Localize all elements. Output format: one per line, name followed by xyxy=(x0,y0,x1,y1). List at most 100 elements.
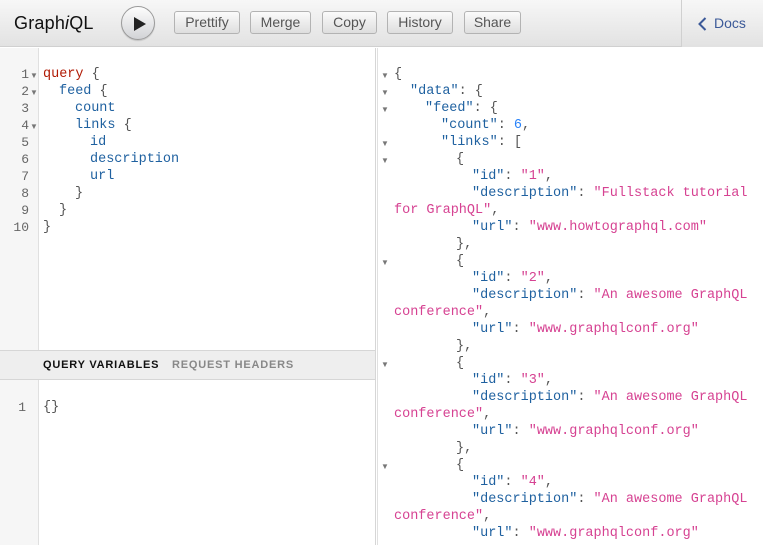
fold-toggle-icon[interactable]: ▼ xyxy=(381,135,389,152)
punctuation: { xyxy=(115,118,132,133)
json-key: "url" xyxy=(472,526,513,541)
graphiql-logo: GraphiQL xyxy=(14,13,94,34)
result-viewer[interactable]: ▼ ▼ ▼ ▼ ▼ ▼ ▼ ▼ { "data": { "feed": { "c… xyxy=(377,48,763,545)
json-key: "url" xyxy=(472,220,513,235)
json-string: "4" xyxy=(520,475,545,490)
toolbar: GraphiQL Prettify Merge Copy History Sha… xyxy=(0,0,763,47)
fold-toggle-icon[interactable]: ▼ xyxy=(381,152,389,169)
docs-button[interactable]: Docs xyxy=(681,0,763,47)
json-string: "Fullstack tutorial xyxy=(593,186,748,201)
json-line: for GraphQL", xyxy=(394,203,500,218)
line-number: 10 xyxy=(13,220,29,235)
json-key: "data" xyxy=(410,84,459,99)
json-line: }, xyxy=(456,441,473,456)
json-line: }, xyxy=(456,339,473,354)
json-key: "url" xyxy=(472,322,513,337)
code-line: count xyxy=(75,100,116,117)
code-line: links { xyxy=(75,117,132,134)
json-line: "id": "4", xyxy=(472,475,554,490)
code-line: id xyxy=(90,134,106,151)
json-line: "url": "www.graphqlconf.org" xyxy=(472,526,699,541)
json-key: "description" xyxy=(472,288,578,303)
variables-editor[interactable]: {} xyxy=(43,399,59,416)
json-key: "id" xyxy=(472,169,505,184)
json-line: "id": "3", xyxy=(472,373,554,388)
json-line: conference", xyxy=(394,305,492,320)
chevron-left-icon xyxy=(698,17,707,31)
field: id xyxy=(90,135,107,150)
logo-part: Graph xyxy=(14,13,66,33)
json-string: "www.howtographql.com" xyxy=(528,220,707,235)
json-key: "url" xyxy=(472,424,513,439)
json-key: "id" xyxy=(472,475,505,490)
share-button[interactable]: Share xyxy=(464,11,521,34)
json-line: conference", xyxy=(394,407,492,422)
json-line: "count": 6, xyxy=(441,118,531,133)
json-line: "description": "An awesome GraphQL xyxy=(472,288,748,303)
json-string: conference" xyxy=(394,407,484,422)
json-key: "description" xyxy=(472,390,578,405)
json-key: "description" xyxy=(472,186,578,201)
copy-button[interactable]: Copy xyxy=(322,11,377,34)
json-key: "count" xyxy=(441,118,498,133)
json-string: "2" xyxy=(520,271,545,286)
json-string: "An awesome GraphQL xyxy=(593,492,748,507)
fold-toggle-icon[interactable]: ▼ xyxy=(381,84,389,101)
code-line: } xyxy=(59,202,67,219)
line-number: 5 xyxy=(21,135,29,150)
line-number: 2 xyxy=(21,84,29,99)
history-button[interactable]: History xyxy=(387,11,453,34)
json-line: "url": "www.graphqlconf.org" xyxy=(472,424,699,439)
json-string: conference" xyxy=(394,305,484,320)
fold-toggle-icon[interactable]: ▼ xyxy=(381,458,389,475)
punctuation: } xyxy=(43,220,52,235)
json-line: { xyxy=(394,67,403,82)
line-number: 9 xyxy=(21,203,29,218)
code-line: description xyxy=(90,151,179,168)
json-string: conference" xyxy=(394,509,484,524)
field: feed xyxy=(59,84,92,99)
line-number: 7 xyxy=(21,169,29,184)
fold-toggle-icon[interactable]: ▼ xyxy=(381,67,389,84)
line-number: 6 xyxy=(21,152,29,167)
fold-toggle-icon[interactable]: ▼ xyxy=(381,356,389,373)
line-number: 1 xyxy=(21,67,29,82)
json-key: "feed" xyxy=(425,101,474,116)
tab-query-variables[interactable]: QUERY VARIABLES xyxy=(43,351,159,380)
execute-query-button[interactable] xyxy=(121,6,155,40)
json-line: }, xyxy=(456,237,473,252)
json-line: "description": "An awesome GraphQL xyxy=(472,390,748,405)
fold-toggle-icon[interactable]: ▼ xyxy=(30,84,38,101)
json-line: { xyxy=(456,356,465,371)
query-editor[interactable]: 1 2 3 4 5 6 7 8 9 10 ▼ ▼ ▼ query { feed … xyxy=(0,48,376,545)
fold-toggle-icon[interactable]: ▼ xyxy=(381,254,389,271)
json-key: "id" xyxy=(472,271,505,286)
prettify-button[interactable]: Prettify xyxy=(174,11,240,34)
json-number: 6 xyxy=(513,118,523,133)
json-line: "data": { xyxy=(410,84,483,99)
tab-request-headers[interactable]: REQUEST HEADERS xyxy=(172,351,294,380)
code-line: } xyxy=(43,219,51,236)
punctuation: { xyxy=(91,84,108,99)
line-number: 1 xyxy=(18,400,26,415)
merge-button[interactable]: Merge xyxy=(250,11,311,34)
json-string: "1" xyxy=(520,169,545,184)
json-string: "www.graphqlconf.org" xyxy=(528,322,699,337)
json-line: { xyxy=(456,254,465,269)
play-icon xyxy=(134,17,146,31)
punctuation: } xyxy=(59,203,68,218)
code-line: } xyxy=(75,185,83,202)
field: count xyxy=(75,101,116,116)
json-line: "description": "Fullstack tutorial xyxy=(472,186,748,201)
variables-tab-bar: QUERY VARIABLES REQUEST HEADERS xyxy=(0,350,375,380)
fold-toggle-icon[interactable]: ▼ xyxy=(381,101,389,118)
json-key: "links" xyxy=(441,135,498,150)
fold-toggle-icon[interactable]: ▼ xyxy=(30,118,38,135)
json-string: "3" xyxy=(520,373,545,388)
fold-toggle-icon[interactable]: ▼ xyxy=(30,67,38,84)
punctuation: { xyxy=(83,67,100,82)
punctuation: } xyxy=(75,186,84,201)
json-string: "An awesome GraphQL xyxy=(593,288,748,303)
code-line: url xyxy=(90,168,114,185)
json-string: "www.graphqlconf.org" xyxy=(528,526,699,541)
